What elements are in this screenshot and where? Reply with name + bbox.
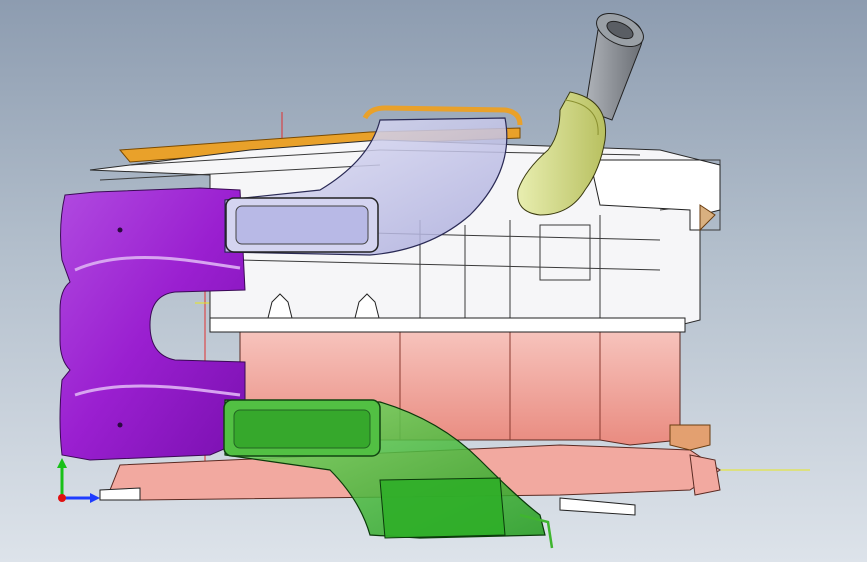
cad-viewport[interactable]: [0, 0, 867, 562]
bottom-right-bracket[interactable]: [559, 497, 636, 516]
green-duct-box[interactable]: [379, 477, 506, 539]
center-plate[interactable]: [209, 317, 686, 333]
y-axis-arrow-icon: [57, 458, 67, 468]
right-clip-lower[interactable]: [669, 424, 711, 451]
purple-frame-hole-bottom: [117, 422, 123, 428]
purple-frame-hole-top: [117, 227, 123, 233]
right-bracket-lower[interactable]: [689, 454, 721, 496]
blue-duct-opening: [235, 205, 369, 245]
axis-triad[interactable]: [48, 458, 108, 508]
x-axis-arrow-icon: [90, 493, 100, 503]
z-axis-icon: [58, 494, 66, 502]
cad-model-scene[interactable]: [0, 0, 867, 562]
green-duct-opening: [233, 409, 371, 449]
